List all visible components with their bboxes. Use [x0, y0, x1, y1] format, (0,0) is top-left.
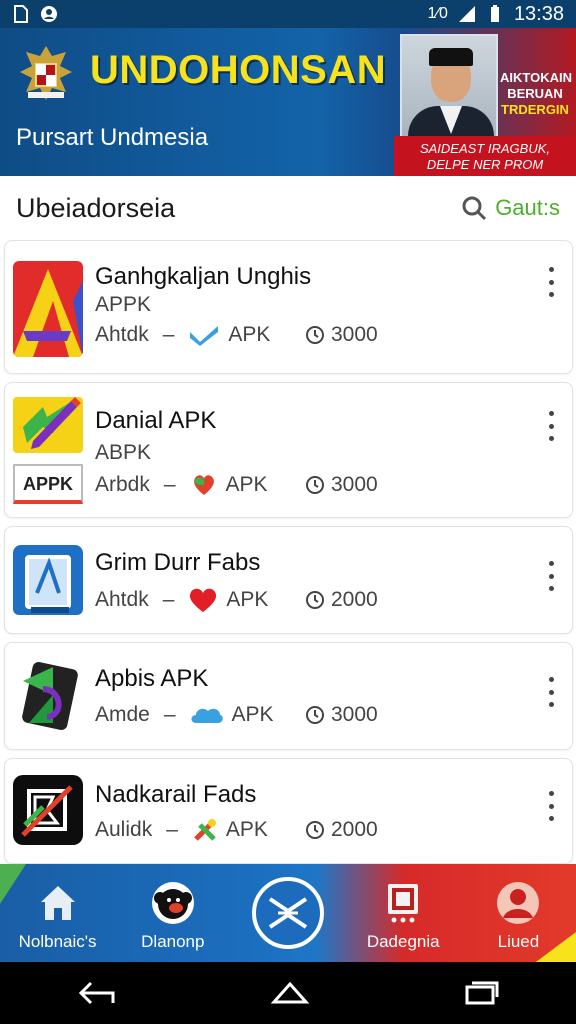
clock-icon [306, 326, 324, 344]
search-label: Gaut:s [495, 195, 560, 220]
promo-strip: SAIDEAST IRAGBUK, DELPE NER PROM [394, 136, 576, 176]
nav-item-profile[interactable]: Liued [461, 864, 576, 962]
check-icon [190, 326, 219, 346]
more-options-icon[interactable] [546, 677, 556, 707]
app-icon-text: APPK [13, 464, 83, 504]
list-item[interactable]: Apbis APK Amde – APK 3000 [4, 642, 573, 750]
app-meta: Arbdk – APK 3000 [95, 473, 378, 497]
blue-book-logo-icon [13, 545, 83, 615]
recents-icon[interactable] [463, 979, 499, 1007]
more-options-icon[interactable] [546, 791, 556, 821]
app-author: Aulidk [95, 818, 153, 841]
nav-item-dadegnia[interactable]: Dadegnia [346, 864, 461, 962]
download-count: 2000 [305, 588, 378, 612]
more-options-icon[interactable] [546, 267, 556, 297]
apk-label: APK [228, 323, 271, 346]
banner-subtitle: Pursart Undmesia [16, 124, 209, 151]
apk-pen-logo-icon: APPK [13, 397, 83, 509]
app-list: Ganhgkaljan Unghis APPK Ahtdk – APK 3000… [4, 240, 573, 872]
bottom-nav: Nolbnaic's Dlanonp Dadegnia Liued [0, 864, 576, 962]
signal-icon [458, 6, 475, 22]
apk-label: APK [225, 473, 268, 496]
nav-item-dlanonp[interactable]: Dlanonp [115, 864, 230, 962]
list-item[interactable]: APPK Danial APK ABPK Arbdk – APK 3000 [4, 382, 573, 518]
tool-icon [194, 819, 216, 841]
list-item[interactable]: Ganhgkaljan Unghis APPK Ahtdk – APK 3000 [4, 240, 573, 374]
app-meta: Amde – APK 3000 [95, 703, 378, 727]
app-author: Ahtdk [95, 323, 149, 346]
app-name: Nadkarail Fads [95, 781, 257, 808]
nav-label: Nolbnaic's [18, 932, 97, 951]
back-icon[interactable] [77, 979, 117, 1007]
center-logo-icon [268, 897, 308, 929]
nav-label: Dadegnia [366, 932, 440, 951]
download-count: 3000 [305, 323, 378, 347]
apk-label: APK [231, 703, 274, 726]
home-button-icon[interactable] [270, 980, 310, 1006]
status-bar: 1⁄0 13:38 [0, 0, 576, 28]
monkey-icon [151, 882, 194, 924]
document-icon [14, 5, 28, 23]
emblem-icon [20, 46, 72, 100]
app-author: Amde [95, 703, 150, 726]
apk-label: APK [226, 588, 269, 611]
nav-label: Liued [497, 932, 540, 951]
nav-item-home[interactable]: Nolbnaic's [0, 864, 115, 962]
apk-label: APK [225, 818, 268, 841]
download-count: 2000 [305, 818, 378, 842]
clock-icon [306, 706, 324, 724]
more-options-icon[interactable] [546, 411, 556, 441]
app-meta: Aulidk – APK 2000 [95, 818, 378, 842]
app-author: Ahtdk [95, 588, 149, 611]
cloud-icon [191, 708, 223, 723]
promo-text: AIKTOKAIN BERUAN TRDERGIN [500, 70, 572, 117]
brand-title: UNDOHONSAN [90, 48, 387, 92]
heart-icon [190, 588, 217, 612]
device-icon [388, 884, 419, 923]
battery-icon [490, 5, 499, 22]
download-count: 3000 [305, 703, 378, 727]
list-item[interactable]: Grim Durr Fabs Ahtdk – APK 2000 [4, 526, 573, 634]
user-icon [497, 882, 540, 924]
app-name: Apbis APK [95, 665, 209, 692]
nav-item-center[interactable] [230, 864, 345, 962]
home-icon [40, 886, 75, 920]
red-a-logo-icon [13, 261, 83, 357]
app-name: Ganhgkaljan Unghis [95, 263, 312, 290]
section-title: Ubeiadorseia [16, 192, 176, 223]
clock-icon [306, 476, 324, 494]
app-meta: Ahtdk – APK 3000 [95, 323, 378, 347]
download-count: 3000 [305, 473, 378, 497]
green-phone-logo-icon [13, 661, 83, 731]
search-button[interactable]: Gaut:s [461, 195, 560, 221]
system-nav-bar [0, 962, 576, 1024]
app-meta: Ahtdk – APK 2000 [95, 588, 378, 612]
nav-label: Dlanonp [141, 932, 205, 951]
clock-icon [306, 821, 324, 839]
center-fab[interactable] [252, 877, 324, 949]
account-icon [41, 6, 57, 22]
app-name: Grim Durr Fabs [95, 549, 261, 576]
app-type: APPK [95, 293, 152, 316]
clock-icon [306, 591, 324, 609]
list-item[interactable]: Nadkarail Fads Aulidk – APK 2000 [4, 758, 573, 864]
leaf-heart-icon [193, 475, 214, 495]
black-b-logo-icon [13, 775, 83, 845]
network-label: 1⁄0 [427, 5, 448, 22]
app-author: Arbdk [95, 473, 150, 496]
clock-time: 13:38 [513, 2, 564, 25]
more-options-icon[interactable] [546, 561, 556, 591]
search-icon [462, 196, 487, 221]
app-type: ABPK [95, 441, 152, 464]
header-banner[interactable]: UNDOHONSAN Pursart Undmesia AIKTOKAIN BE… [0, 28, 576, 176]
app-name: Danial APK [95, 407, 217, 434]
section-header: Ubeiadorseia Gaut:s [0, 176, 576, 240]
